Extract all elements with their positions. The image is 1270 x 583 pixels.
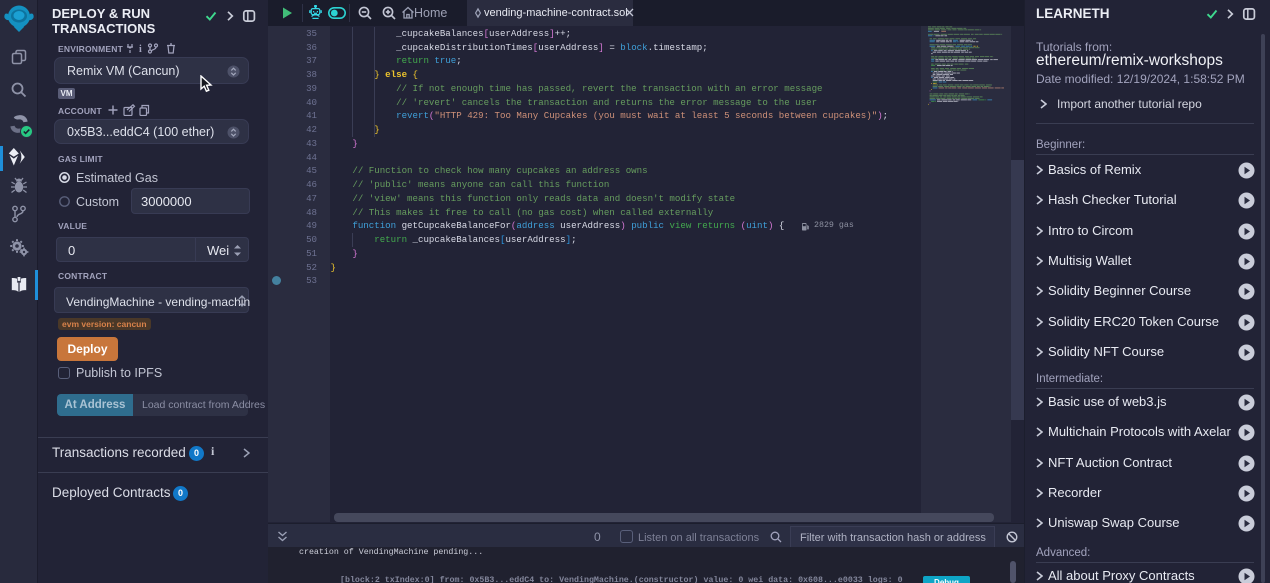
svg-text:i: i [139, 44, 142, 54]
